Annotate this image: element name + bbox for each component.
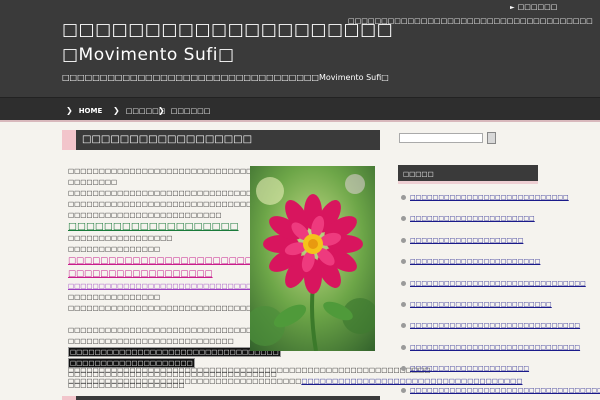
circle-bullet-icon	[401, 259, 406, 265]
header-note: □□□□□□□□□□□□□□□□□□□□□□□□□□□□□□□□□□□□□	[348, 17, 593, 25]
dahlia-photo	[250, 166, 375, 351]
circle-bullet-icon	[401, 237, 406, 243]
paragraph: □□□□□□□□□□□□□□□□□□□□□□□□□□□□□□□□□□□□□□□□…	[68, 366, 431, 374]
paragraph: □□□□□□□□□□□□□□□	[68, 245, 161, 253]
list-item: □□□□□□□□□□□□□□□□□□□□□□□□□□□□□□□	[398, 275, 586, 296]
chevron-right-icon: ❯	[158, 106, 165, 115]
sidebar-link[interactable]: □□□□□□□□□□□□□□□□□□□□	[410, 237, 523, 244]
boxed-text: □□□□□□□□□□□□□□□□□□□□□□□□□□□□□□□□□□	[68, 347, 281, 357]
site-title-line2[interactable]: □Movimento Sufi□	[62, 43, 334, 68]
sidebar-link[interactable]: □□□□□□□□□□□□□□□□□□□□□□□□□□□□□□□□□□□□□	[410, 387, 600, 394]
sidebar-link[interactable]: □□□□□□□□□□□□□□□□□□□□□	[410, 365, 529, 372]
list-item: □□□□□□□□□□□□□□□□□□□□□□□□□□□□□□□□□□□□□	[398, 382, 600, 400]
paragraph: □□□□□□□□□□□□□□□□□□□□□□□□□□□□□□□□□□	[68, 347, 281, 358]
header-link-label[interactable]: □□□□□□	[518, 3, 558, 11]
nav-item-label[interactable]: HOME	[79, 107, 103, 115]
list-item: □□□□□□□□□□□□□□□□□□□□□□□□□	[398, 296, 552, 317]
paragraph: □□□□□□□□□□□□□□□□□□□□□□□□□□□□□□□□□□	[68, 326, 277, 334]
sidebar-link[interactable]: □□□□□□□□□□□□□□□□□□□□□□□□□□□□□□	[410, 344, 580, 351]
post-body: □□□□□□□□□□□□□□□□□□□□□□□□□□□□□□□□□□ □□□□□…	[68, 166, 293, 391]
circle-bullet-icon	[401, 387, 406, 393]
site-header: □□□□□□□□□□□□□□□□□□□□ □Movimento Sufi□ □□…	[0, 0, 600, 98]
paragraph: □□□□□□□□□□□□□□□□□□□□□□□□□	[68, 211, 222, 219]
chevron-right-icon: ❯	[66, 106, 73, 115]
circle-bullet-icon	[401, 301, 406, 307]
sidebar-link[interactable]: □□□□□□□□□□□□□□□□□□□□□□□	[410, 258, 540, 265]
sidebar-link[interactable]: □□□□□□□□□□□□□□□□□□□□□□□□□□□□□□	[410, 322, 580, 329]
sidebar-link[interactable]: □□□□□□□□□□□□□□□□□□□□□□□□□□□□	[410, 194, 569, 201]
magenta-link-line2[interactable]: □□□□□□□□□□□□□□□□□□	[68, 269, 213, 279]
chevron-right-icon: ❯	[113, 106, 120, 115]
list-item: □□□□□□□□□□□□□□□□□□□□□□□□□□□□□□	[398, 339, 580, 360]
site-title-line1[interactable]: □□□□□□□□□□□□□□□□□□□□	[62, 18, 393, 43]
nav-item-home[interactable]: ❯ HOME	[66, 106, 102, 115]
paragraph: □□□□□□□□□□□□□□□□□□□□□□□□□□□□□□□□□□	[68, 189, 277, 197]
list-item: □□□□□□□□□□□□□□□□□□□□□	[398, 360, 543, 381]
circle-bullet-icon	[401, 323, 406, 329]
next-post-title-bar	[62, 396, 380, 400]
paragraph: □□□□□□□□□□□□□□□□□□□	[68, 221, 239, 233]
post-title[interactable]: □□□□□□□□□□□□□□□□□□	[82, 134, 252, 145]
paragraph: □□□□□□□□□□□□□□□□□□□□□□□□□□□□□□□□□□	[68, 167, 277, 175]
sidebar-link[interactable]: □□□□□□□□□□□□□□□□□□□□□□□□□	[410, 301, 552, 308]
search-button[interactable]	[487, 132, 496, 144]
search-input[interactable]	[399, 133, 483, 143]
list-item: □□□□□□□□□□□□□□□□□□□□□□	[398, 210, 543, 231]
site-description: □□□□□□□□□□□□□□□□□□□□□□□□□□□□□□□□□□Movime…	[62, 73, 389, 82]
circle-bullet-icon	[401, 366, 406, 372]
paragraph: □□□□□□□□□□□□□□□□□□□□□□□□□□□□□□□□□□	[68, 281, 277, 292]
paragraph: □□□□□□□□	[68, 178, 118, 186]
paragraph: □□□□□□□□□□□□□□□□□□□□□□□□□□□	[68, 337, 234, 345]
paragraph: □□□□□□□□□□□□□□□□□	[68, 234, 173, 242]
paragraph: □□□□□□□□□□□□□□□□□□□□□□□□□□□□□□	[68, 304, 253, 312]
list-item: □□□□□□□□□□□□□□□□□□□□□□□□□□□□	[398, 189, 569, 210]
sidebar-link[interactable]: □□□□□□□□□□□□□□□□□□□□□□□□□□□□□□□	[410, 280, 586, 287]
list-item: □□□□□□□□□□□□□□□□□□□□□□□	[398, 253, 543, 274]
wide-text: □□□□□□□□□□□□□□□□□□□□□□□□□□□□□□□□□□□□□□	[68, 377, 302, 385]
triangle-right-icon: ►	[510, 4, 515, 11]
paragraph: □□□□□□□□□□□□□□□□□□□□□□□□□□□□□□□□□□	[68, 200, 277, 208]
list-item: □□□□□□□□□□□□□□□□□□□□□□□□□□□□□□	[398, 317, 580, 338]
flower-image	[250, 166, 375, 351]
paragraph: □□□□□□□□□□□□□□□□□□□□□□□□□□□□	[68, 255, 293, 268]
circle-bullet-icon	[401, 195, 406, 200]
widget-header: □□□□□	[398, 165, 538, 184]
main-nav: ❯ HOME ❯ □□□□□□ ❯ □□□□□□	[0, 98, 600, 122]
title-accent	[62, 396, 76, 400]
wide-paragraph: □□□□□□□□□□□□□□□□□□□□□□□□□□□□□□□□□□□□□□□□…	[68, 365, 522, 387]
circle-bullet-icon	[401, 280, 406, 286]
sidebar-link[interactable]: □□□□□□□□□□□□□□□□□□□□□□	[410, 215, 535, 222]
paragraph: □□□□□□□□□□□□□□□□□□	[68, 268, 238, 281]
circle-bullet-icon	[401, 344, 406, 350]
circle-bullet-icon	[401, 216, 406, 222]
green-link[interactable]: □□□□□□□□□□□□□□□□□□□	[68, 221, 239, 232]
title-accent	[62, 130, 76, 150]
purple-link[interactable]: □□□□□□□□□□□□□□□□□□□□□□□□□□□□□□□□□□	[68, 282, 277, 290]
nav-item-label[interactable]: □□□□□□	[171, 107, 211, 115]
sidebar-list: □□□□□□□□□□□□□□□□□□□□□□□□□□□□ □□□□□□□□□□□…	[398, 189, 600, 400]
list-item: □□□□□□□□□□□□□□□□□□□□	[398, 232, 543, 253]
paragraph: □□□□□□□□□□□□□□□	[68, 293, 161, 301]
widget-title: □□□□□	[403, 170, 434, 178]
site-title[interactable]: □□□□□□□□□□□□□□□□□□□□ □Movimento Sufi□	[62, 18, 393, 68]
paragraph: □□□□□□□□□□□□□□□□□□□□□□□□□□□□□□□□□□□□□□□□…	[68, 376, 522, 387]
header-link[interactable]: ► □□□□□□	[510, 3, 557, 11]
post-title-bar: □□□□□□□□□□□□□□□□□□	[62, 130, 380, 150]
nav-item-3[interactable]: ❯ □□□□□□	[158, 106, 210, 115]
